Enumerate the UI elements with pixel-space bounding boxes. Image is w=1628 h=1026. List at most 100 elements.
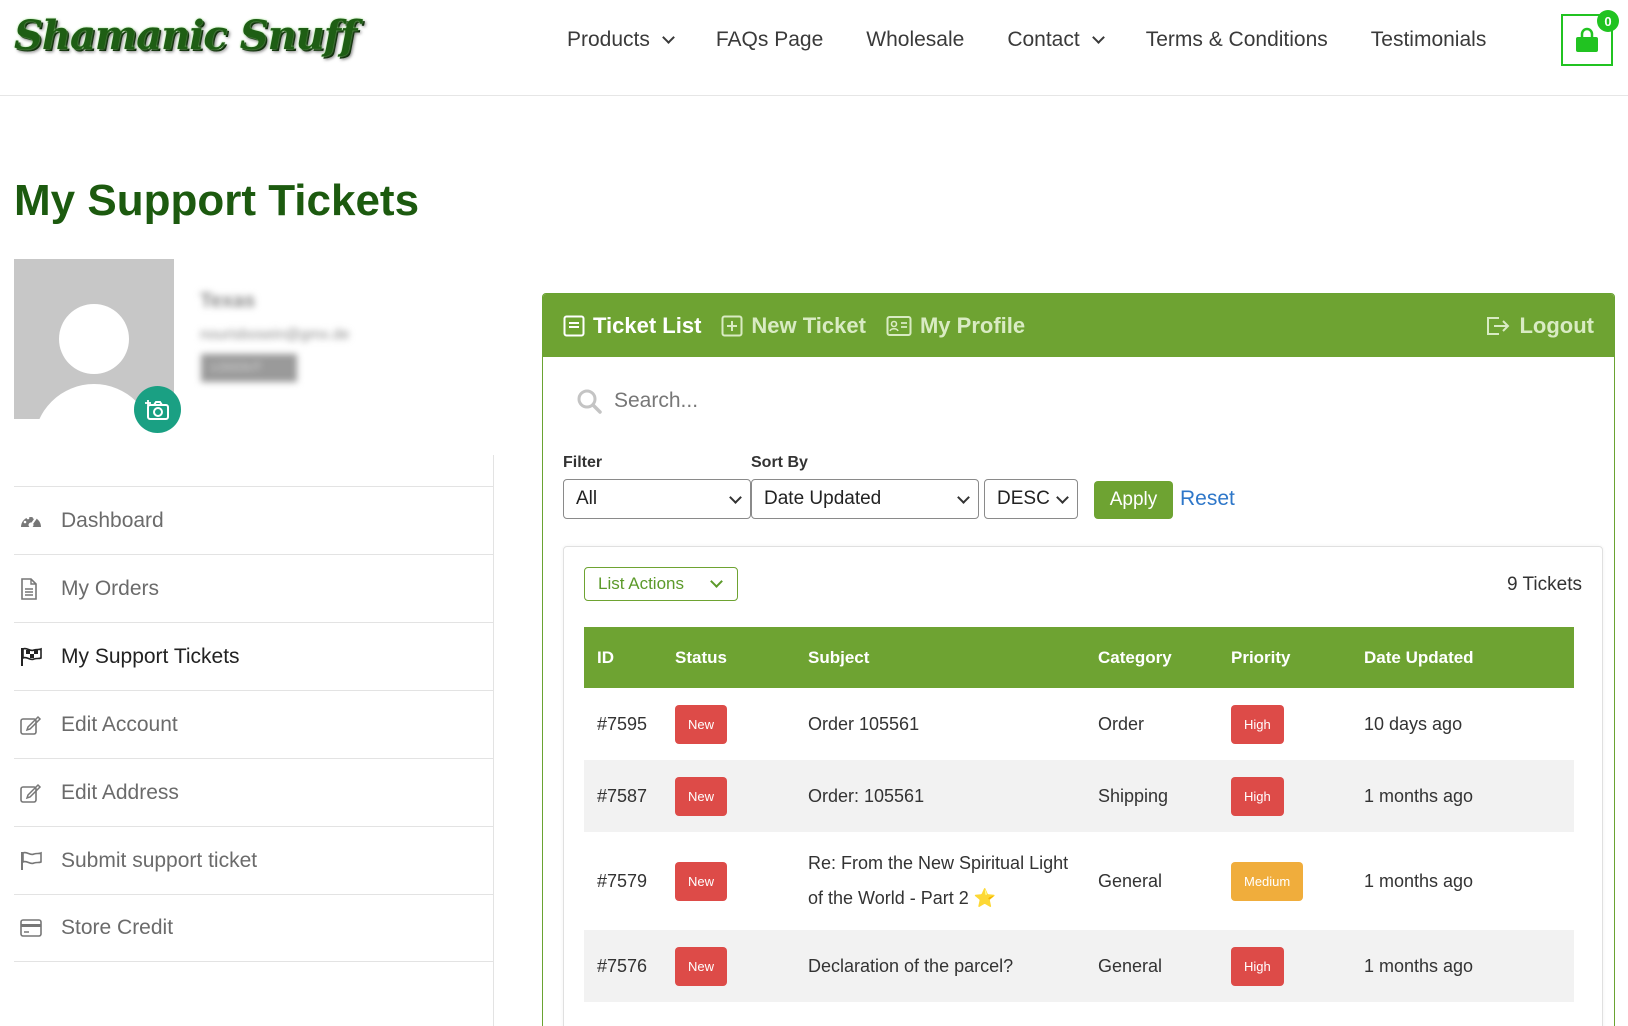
status-badge: New <box>675 704 728 744</box>
list-actions-dropdown[interactable]: List Actions <box>584 567 738 601</box>
filter-select-value: All <box>576 488 598 509</box>
sidebar-item-store-credit[interactable]: Store Credit <box>14 894 494 962</box>
chevron-down-icon <box>1091 31 1105 44</box>
table-row[interactable]: #7576 New Declaration of the parcel? Gen… <box>584 930 1574 1002</box>
sort-order-select-value: DESC <box>997 488 1050 509</box>
chevron-down-icon <box>662 31 675 44</box>
credit-card-icon <box>14 919 61 937</box>
ticket-date-updated: 1 months ago <box>1364 955 1474 976</box>
chevron-down-icon <box>957 491 970 504</box>
logout-icon <box>1487 316 1510 335</box>
sidebar-item-dashboard[interactable]: Dashboard <box>14 486 494 554</box>
sidebar-item-edit-address[interactable]: Edit Address <box>14 758 494 826</box>
search-icon <box>577 389 602 414</box>
ticket-subject: Re: From the New Spiritual Light of the … <box>795 832 1085 930</box>
column-header-category[interactable]: Category <box>1085 627 1218 688</box>
sort-order-select[interactable]: DESC <box>984 479 1078 519</box>
tab-ticket-list[interactable]: Ticket List <box>563 313 701 339</box>
ticket-category: Shipping <box>1098 785 1169 806</box>
sidebar-item-label: Edit Address <box>61 780 179 804</box>
account-sidebar: Dashboard My Orders My Support Tickets E… <box>14 486 494 962</box>
ticket-count: 9 Tickets <box>1507 574 1582 595</box>
id-card-icon <box>886 315 912 336</box>
tab-my-profile[interactable]: My Profile <box>886 313 1025 339</box>
edit-icon <box>14 783 61 803</box>
nav-wholesale[interactable]: Wholesale <box>866 28 964 52</box>
tab-label: Ticket List <box>593 312 702 338</box>
column-header-id[interactable]: ID <box>584 627 662 688</box>
tab-new-ticket[interactable]: New Ticket <box>721 313 866 339</box>
profile-logout-button[interactable]: LOGOUT <box>201 354 297 382</box>
tab-label: My Profile <box>919 312 1026 338</box>
edit-icon <box>14 715 61 735</box>
ticket-date-updated: 1 months ago <box>1364 785 1474 806</box>
sidebar-item-label: Edit Account <box>61 712 178 736</box>
document-icon <box>14 577 61 600</box>
sort-label: Sort By <box>751 454 808 471</box>
nav-contact[interactable]: Contact <box>1007 28 1105 52</box>
nav-faqs-label: FAQs Page <box>715 28 824 51</box>
sort-by-select-value: Date Updated <box>764 488 882 509</box>
column-header-date-updated[interactable]: Date Updated <box>1351 627 1574 688</box>
cart-button[interactable]: 0 <box>1561 10 1619 66</box>
reset-link[interactable]: Reset <box>1180 487 1235 511</box>
sidebar-item-label: Store Credit <box>61 916 174 939</box>
ticket-id: #7595 <box>597 713 648 734</box>
ticket-table: ID Status Subject Category Priority Date… <box>584 627 1574 1002</box>
nav-faqs[interactable]: FAQs Page <box>716 28 823 52</box>
tab-logout[interactable]: Logout <box>1485 313 1594 339</box>
sidebar-item-my-support-tickets[interactable]: My Support Tickets <box>14 622 494 690</box>
sidebar-item-edit-account[interactable]: Edit Account <box>14 690 494 758</box>
chevron-down-icon <box>1056 491 1069 504</box>
plus-square-icon <box>721 315 743 336</box>
nav-testimonials-label: Testimonials <box>1370 28 1487 51</box>
tab-label: New Ticket <box>751 312 866 338</box>
status-badge: New <box>675 946 728 986</box>
list-icon <box>563 315 585 336</box>
sidebar-item-submit-support-ticket[interactable]: Submit support ticket <box>14 826 494 894</box>
table-row[interactable]: #7595 New Order 105561 Order High 10 day… <box>584 688 1574 760</box>
table-header-row: ID Status Subject Category Priority Date… <box>584 627 1574 688</box>
site-logo[interactable]: Shamanic Snuff <box>14 12 357 59</box>
status-badge: New <box>675 861 728 901</box>
checkered-flag-icon <box>14 647 61 667</box>
column-header-priority[interactable]: Priority <box>1218 627 1351 688</box>
filter-select[interactable]: All <box>563 479 751 519</box>
nav-products-label: Products <box>567 28 650 51</box>
ticket-subject: Declaration of the parcel? <box>808 955 1014 976</box>
column-header-status[interactable]: Status <box>662 627 795 688</box>
sidebar-item-label: Submit support ticket <box>61 848 258 872</box>
search-input[interactable] <box>614 389 1014 413</box>
support-tab-bar: Ticket List New Ticket My Profile Logout <box>543 294 1614 357</box>
apply-button[interactable]: Apply <box>1094 481 1173 519</box>
nav-products[interactable]: Products <box>567 28 675 52</box>
ticket-category: General <box>1098 870 1163 891</box>
sidebar-item-label: Dashboard <box>61 508 164 532</box>
column-header-subject[interactable]: Subject <box>795 627 1085 688</box>
table-row[interactable]: #7579 New Re: From the New Spiritual Lig… <box>584 832 1574 930</box>
status-badge: New <box>675 776 728 816</box>
sort-by-select[interactable]: Date Updated <box>751 479 979 519</box>
sidebar-item-my-orders[interactable]: My Orders <box>14 554 494 622</box>
nav-terms[interactable]: Terms & Conditions <box>1146 28 1328 52</box>
ticket-subject: Order 105561 <box>808 713 920 734</box>
priority-badge: High <box>1231 776 1284 816</box>
ticket-id: #7579 <box>597 870 648 891</box>
page-title: My Support Tickets <box>14 176 420 225</box>
ticket-list-box: List Actions 9 Tickets ID Status Subject… <box>563 546 1603 1026</box>
ticket-search <box>576 388 1014 414</box>
ticket-date-updated: 10 days ago <box>1364 713 1463 734</box>
filter-label: Filter <box>563 454 603 471</box>
site-header: Shamanic Snuff Products FAQs Page Wholes… <box>0 0 1628 96</box>
chevron-down-icon <box>710 575 723 588</box>
table-row[interactable]: #7587 New Order: 105561 Shipping High 1 … <box>584 760 1574 832</box>
sidebar-item-label: My Support Tickets <box>61 644 240 668</box>
profile-name: Texas <box>200 290 256 312</box>
nav-testimonials[interactable]: Testimonials <box>1371 28 1487 52</box>
ticket-subject-line: of the World - Part 2 ⭐ <box>808 888 997 908</box>
camera-add-icon[interactable] <box>134 386 181 433</box>
chevron-down-icon <box>729 491 742 504</box>
tab-label: Logout <box>1519 312 1594 338</box>
priority-badge: High <box>1231 704 1284 744</box>
dashboard-gauge-icon <box>14 512 61 530</box>
